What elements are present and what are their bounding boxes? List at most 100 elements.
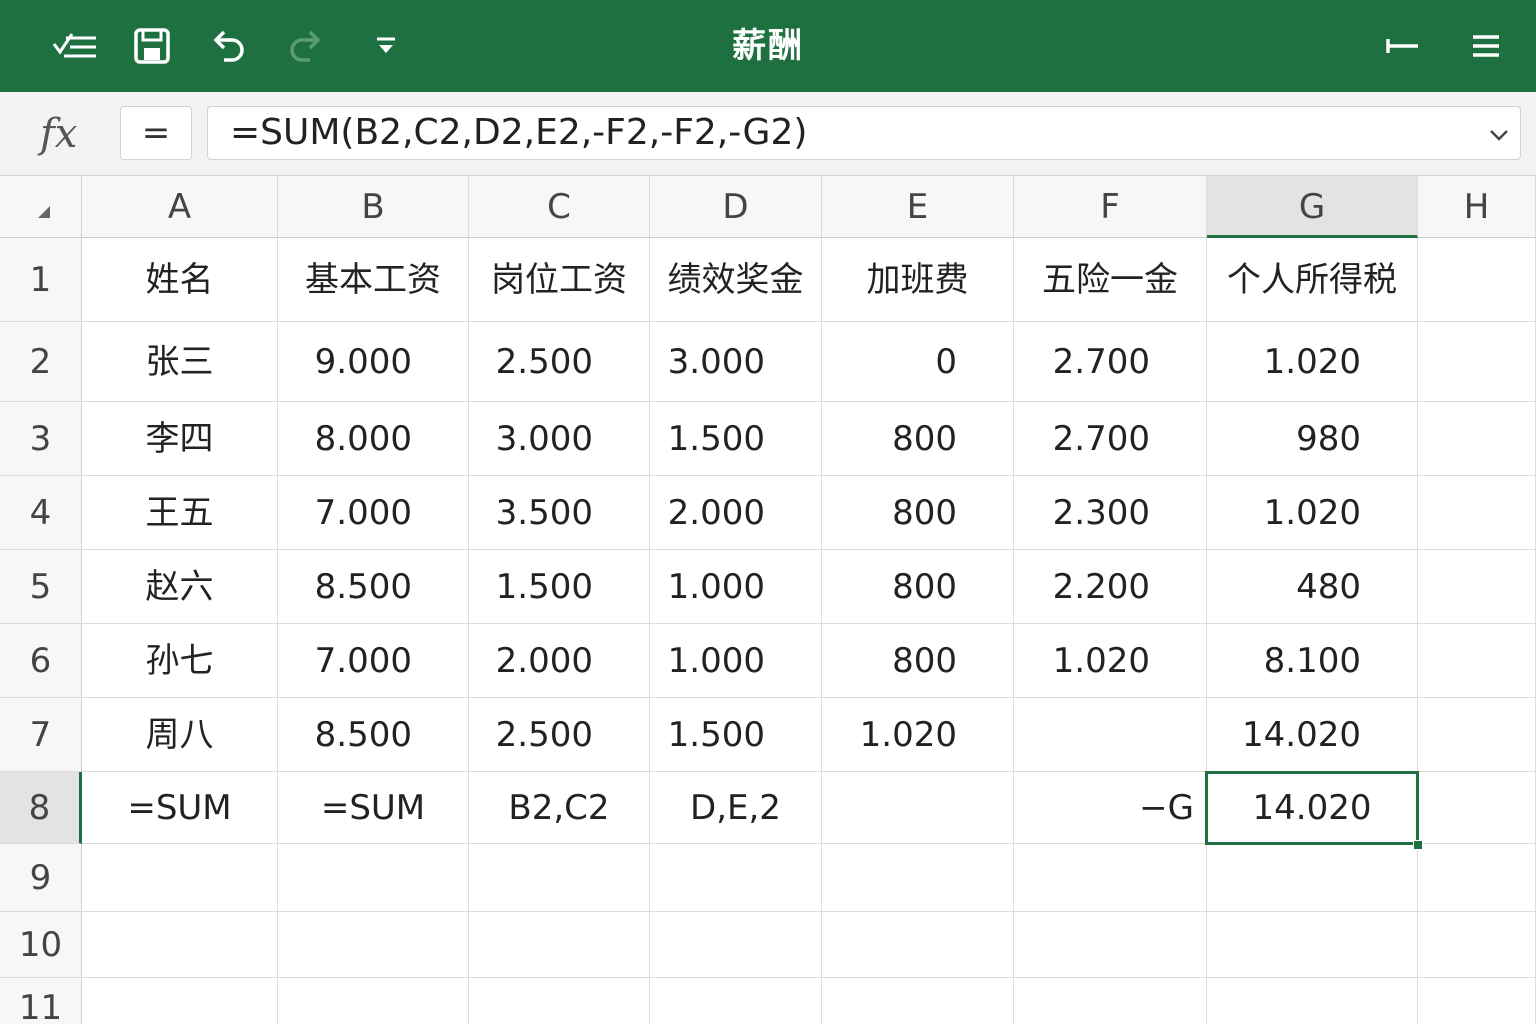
cell-d4[interactable]: 2.000 <box>650 476 822 550</box>
cell-e5[interactable]: 800 <box>822 550 1014 624</box>
cell-a10[interactable] <box>82 912 278 978</box>
column-header-g[interactable]: G <box>1207 176 1418 238</box>
formula-input[interactable]: =SUM(B2,C2,D2,E2,-F2,-F2,-G2) <box>207 106 1521 160</box>
cell-a3[interactable]: 李四 <box>82 402 278 476</box>
cell-g4[interactable]: 1.020 <box>1207 476 1418 550</box>
cell-d6[interactable]: 1.000 <box>650 624 822 698</box>
cell-b11[interactable] <box>278 978 469 1024</box>
menu-check-icon[interactable] <box>50 22 98 70</box>
cell-c6[interactable]: 2.000 <box>469 624 650 698</box>
cell-b6[interactable]: 7.000 <box>278 624 469 698</box>
column-header-f[interactable]: F <box>1014 176 1207 238</box>
row-header-4[interactable]: 4 <box>0 476 82 550</box>
cell-h7[interactable] <box>1418 698 1536 772</box>
cell-g7[interactable]: 14.020 <box>1207 698 1418 772</box>
cell-f9[interactable] <box>1014 844 1207 912</box>
cell-b4[interactable]: 7.000 <box>278 476 469 550</box>
cell-a1[interactable]: 姓名 <box>82 238 278 322</box>
cell-h6[interactable] <box>1418 624 1536 698</box>
cell-d5[interactable]: 1.000 <box>650 550 822 624</box>
cell-a11[interactable] <box>82 978 278 1024</box>
cell-d1[interactable]: 绩效奖金 <box>650 238 822 322</box>
cell-f1[interactable]: 五险一金 <box>1014 238 1207 322</box>
cell-e11[interactable] <box>822 978 1014 1024</box>
cell-f11[interactable] <box>1014 978 1207 1024</box>
column-header-b[interactable]: B <box>278 176 469 238</box>
cell-e9[interactable] <box>822 844 1014 912</box>
dropdown-icon[interactable] <box>362 22 410 70</box>
cell-c10[interactable] <box>469 912 650 978</box>
column-header-c[interactable]: C <box>469 176 650 238</box>
row-header-2[interactable]: 2 <box>0 322 82 402</box>
cell-e3[interactable]: 800 <box>822 402 1014 476</box>
column-header-a[interactable]: A <box>82 176 278 238</box>
column-header-h[interactable]: H <box>1418 176 1536 238</box>
cell-a2[interactable]: 张三 <box>82 322 278 402</box>
cell-c8[interactable]: B2,C2 <box>469 772 650 844</box>
select-all-corner[interactable] <box>0 176 82 238</box>
chevron-down-icon[interactable] <box>1484 120 1514 150</box>
function-icon[interactable]: fx <box>40 106 104 162</box>
column-header-e[interactable]: E <box>822 176 1014 238</box>
cell-b10[interactable] <box>278 912 469 978</box>
cell-g2[interactable]: 1.020 <box>1207 322 1418 402</box>
cell-f5[interactable]: 2.200 <box>1014 550 1207 624</box>
cell-g10[interactable] <box>1207 912 1418 978</box>
cell-g9[interactable] <box>1207 844 1418 912</box>
cell-f6[interactable]: 1.020 <box>1014 624 1207 698</box>
hamburger-menu-icon[interactable] <box>1462 22 1510 70</box>
cell-c7[interactable]: 2.500 <box>469 698 650 772</box>
fill-handle[interactable] <box>1413 840 1423 850</box>
row-header-10[interactable]: 10 <box>0 912 82 978</box>
cell-b7[interactable]: 8.500 <box>278 698 469 772</box>
cell-d3[interactable]: 1.500 <box>650 402 822 476</box>
redo-icon[interactable] <box>282 22 330 70</box>
cell-g6[interactable]: 8.100 <box>1207 624 1418 698</box>
row-header-11[interactable]: 11 <box>0 978 82 1024</box>
cell-g8[interactable]: 14.020 <box>1207 772 1418 844</box>
cell-d11[interactable] <box>650 978 822 1024</box>
cell-a6[interactable]: 孙七 <box>82 624 278 698</box>
cell-h9[interactable] <box>1418 844 1536 912</box>
cell-e10[interactable] <box>822 912 1014 978</box>
cell-e2[interactable]: 0 <box>822 322 1014 402</box>
cell-h11[interactable] <box>1418 978 1536 1024</box>
cell-h10[interactable] <box>1418 912 1536 978</box>
cell-e1[interactable]: 加班费 <box>822 238 1014 322</box>
cell-g3[interactable]: 980 <box>1207 402 1418 476</box>
back-arrow-icon[interactable] <box>1378 22 1426 70</box>
cell-e8[interactable] <box>822 772 1014 844</box>
cell-h1[interactable] <box>1418 238 1536 322</box>
cell-d9[interactable] <box>650 844 822 912</box>
cell-b9[interactable] <box>278 844 469 912</box>
cell-c5[interactable]: 1.500 <box>469 550 650 624</box>
cell-b1[interactable]: 基本工资 <box>278 238 469 322</box>
cell-h4[interactable] <box>1418 476 1536 550</box>
cell-c2[interactable]: 2.500 <box>469 322 650 402</box>
row-header-7[interactable]: 7 <box>0 698 82 772</box>
cell-a4[interactable]: 王五 <box>82 476 278 550</box>
cell-d7[interactable]: 1.500 <box>650 698 822 772</box>
row-header-6[interactable]: 6 <box>0 624 82 698</box>
row-header-9[interactable]: 9 <box>0 844 82 912</box>
cell-h3[interactable] <box>1418 402 1536 476</box>
cell-d2[interactable]: 3.000 <box>650 322 822 402</box>
cell-e6[interactable]: 800 <box>822 624 1014 698</box>
cell-g5[interactable]: 480 <box>1207 550 1418 624</box>
cell-a5[interactable]: 赵六 <box>82 550 278 624</box>
column-header-d[interactable]: D <box>650 176 822 238</box>
cell-b8[interactable]: =SUM <box>278 772 469 844</box>
row-header-3[interactable]: 3 <box>0 402 82 476</box>
cell-h5[interactable] <box>1418 550 1536 624</box>
cell-a8[interactable]: =SUM <box>82 772 278 844</box>
cell-f2[interactable]: 2.700 <box>1014 322 1207 402</box>
cell-f8[interactable]: −G <box>1014 772 1207 844</box>
cell-e4[interactable]: 800 <box>822 476 1014 550</box>
cell-b3[interactable]: 8.000 <box>278 402 469 476</box>
cell-b2[interactable]: 9.000 <box>278 322 469 402</box>
cell-f3[interactable]: 2.700 <box>1014 402 1207 476</box>
cell-a9[interactable] <box>82 844 278 912</box>
cell-e7[interactable]: 1.020 <box>822 698 1014 772</box>
cell-f4[interactable]: 2.300 <box>1014 476 1207 550</box>
undo-icon[interactable] <box>204 22 252 70</box>
